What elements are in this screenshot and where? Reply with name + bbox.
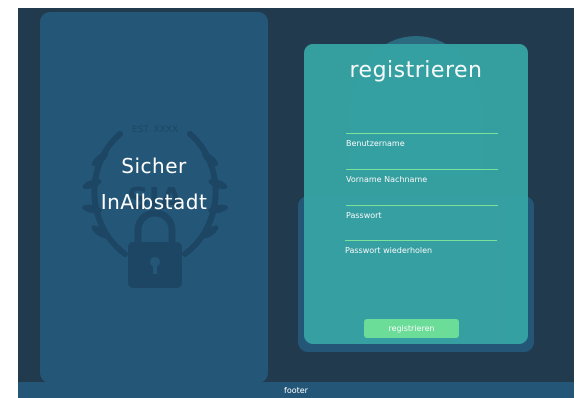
fullname-label: Vorname Nachname <box>346 175 428 184</box>
padlock-icon <box>128 209 182 288</box>
brand-title-line2: InAlbstadt <box>100 190 208 214</box>
fullname-field: Vorname Nachname <box>346 169 498 197</box>
footer: footer <box>18 382 574 398</box>
brand-panel: EST. XXXX SIA Sicher InAlbstadt <box>40 12 268 383</box>
username-label: Benutzername <box>346 139 405 148</box>
emblem-text: EST. XXXX <box>132 125 178 135</box>
field-underline <box>346 205 498 206</box>
password-repeat-label: Passwort wiederholen <box>345 246 433 255</box>
form-title: registrieren <box>349 58 483 83</box>
brand-title-line1: Sicher <box>121 154 187 178</box>
registration-form-card: registrieren Benutzername Vorname Nachna… <box>304 44 528 344</box>
field-underline <box>345 240 497 241</box>
password-field: Passwort <box>346 205 498 233</box>
app-window: EST. XXXX SIA Sicher InAlbstadt registri… <box>18 8 574 398</box>
password-repeat-field: Passwort wiederholen <box>345 240 497 268</box>
password-label: Passwort <box>346 211 382 220</box>
field-underline <box>346 133 498 134</box>
username-field: Benutzername <box>346 133 498 161</box>
register-button[interactable]: registrieren <box>364 319 459 338</box>
field-underline <box>346 169 498 170</box>
